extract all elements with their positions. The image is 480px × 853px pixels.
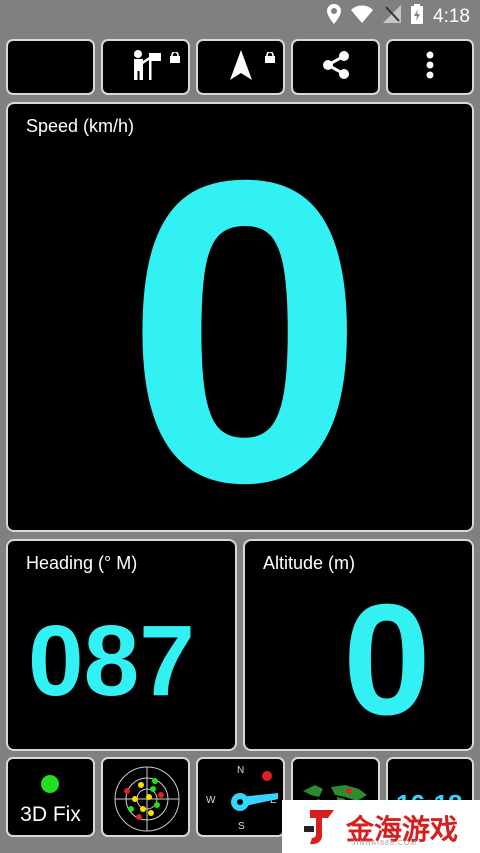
compass-west-label: W: [206, 795, 216, 806]
destination-dot-icon: [262, 771, 272, 781]
heading-value: 087: [28, 605, 195, 717]
menu-button[interactable]: [386, 39, 474, 95]
share-button[interactable]: [291, 39, 380, 95]
altitude-panel[interactable]: Altitude (m) 0: [243, 539, 474, 751]
altitude-label: Altitude (m): [263, 553, 356, 573]
watermark-logo-icon: [304, 808, 340, 851]
navigate-button[interactable]: [196, 39, 285, 95]
watermark: 金海游戏 JINHAI888.COM: [282, 800, 480, 853]
satellite-sky-icon: [113, 765, 181, 835]
altitude-value: 0: [343, 572, 431, 748]
battery-charging-icon: [411, 4, 424, 29]
person-flag-icon: [129, 49, 163, 86]
share-icon: [322, 50, 350, 84]
heading-label: Heading (° M): [26, 553, 138, 573]
heading-panel[interactable]: Heading (° M) 087: [6, 539, 237, 751]
status-icons: 4:18: [327, 4, 470, 29]
gps-fix-tile[interactable]: 3D Fix: [6, 757, 95, 837]
night-mode-button[interactable]: [6, 39, 95, 95]
navigation-arrow-icon: [229, 49, 252, 85]
status-time: 4:18: [433, 5, 470, 27]
gps-fix-indicator: [41, 775, 59, 793]
lock-icon: [170, 50, 180, 68]
watermark-subtext: JINHAI888.COM: [352, 840, 418, 847]
compass-tile[interactable]: N S W E: [196, 757, 285, 837]
lock-icon: [265, 50, 275, 68]
satellite-tile[interactable]: [101, 757, 190, 837]
speed-panel[interactable]: Speed (km/h) 0: [6, 102, 474, 532]
wifi-icon: [351, 5, 374, 28]
status-bar: 4:18: [0, 0, 480, 34]
compass-needle-icon: [226, 785, 282, 824]
gps-fix-label: 3D Fix: [20, 803, 81, 826]
moon-icon: [38, 50, 64, 85]
compass-north-label: N: [237, 765, 245, 776]
more-vert-icon: [426, 51, 434, 84]
location-icon: [327, 4, 342, 29]
no-signal-icon: [383, 5, 402, 28]
speed-value: 0: [125, 102, 364, 532]
poi-button[interactable]: [101, 39, 190, 95]
